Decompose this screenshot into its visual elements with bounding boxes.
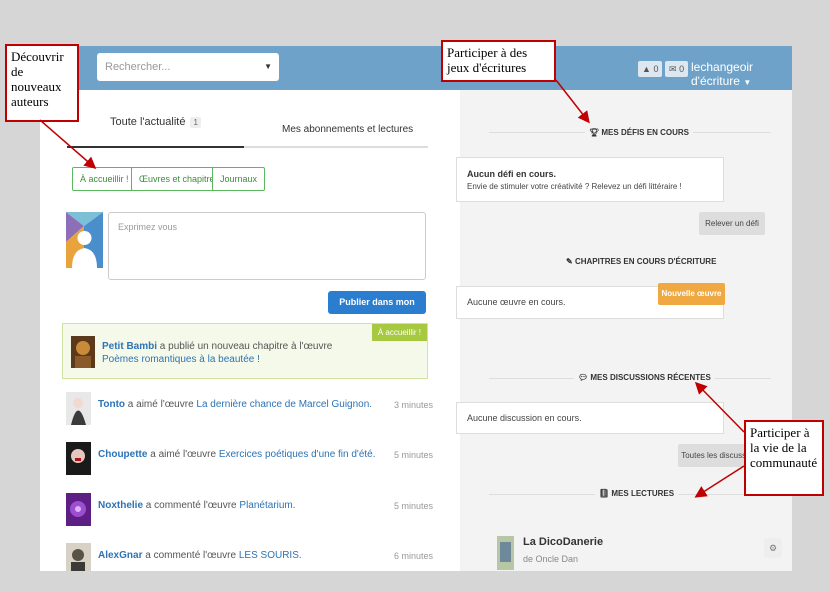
- annotation-arrows: [39, 79, 745, 498]
